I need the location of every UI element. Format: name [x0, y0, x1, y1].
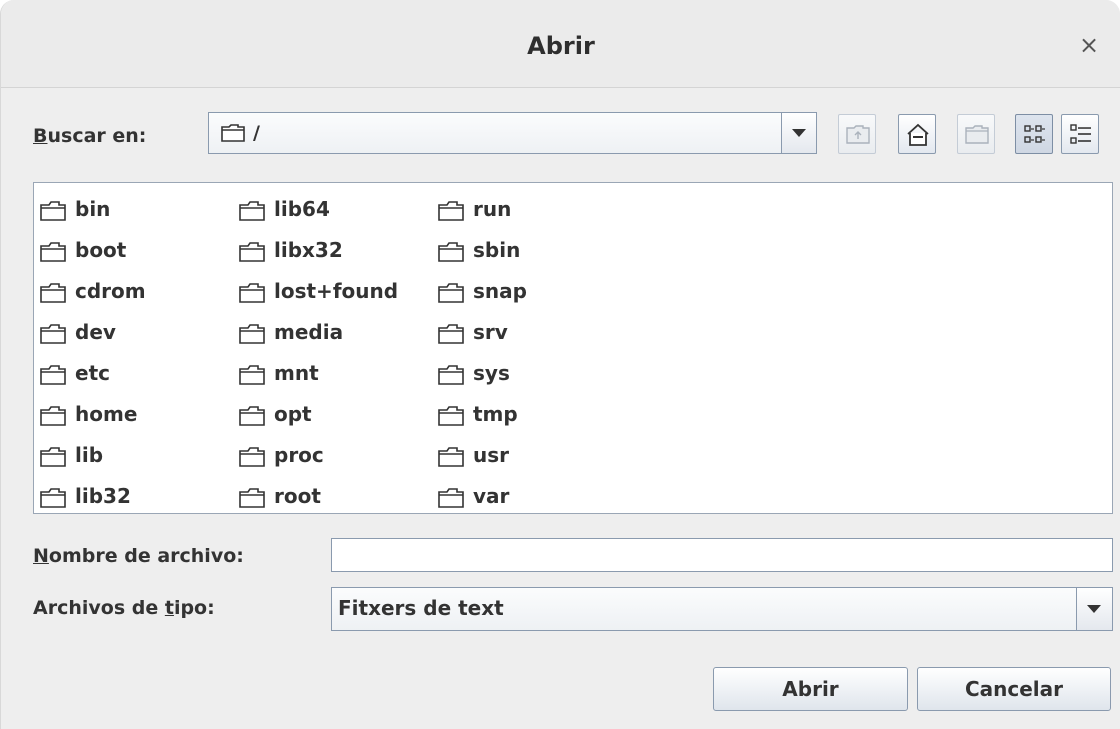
folder-icon [438, 324, 464, 344]
file-item-label: sys [473, 361, 510, 385]
details-view-button[interactable] [1061, 114, 1099, 154]
file-type-value: Fitxers de text [338, 596, 504, 620]
chevron-down-icon [792, 129, 806, 137]
close-icon[interactable]: × [1077, 33, 1101, 58]
folder-icon [438, 488, 464, 508]
folder-icon [40, 447, 66, 467]
new-folder-icon [965, 125, 989, 144]
folder-icon [438, 447, 464, 467]
folder-icon [40, 365, 66, 385]
list-view-button[interactable] [1015, 114, 1053, 154]
file-item-label: home [75, 402, 138, 426]
folder-icon [438, 201, 464, 221]
look-in-dropdown-button[interactable] [781, 113, 816, 153]
file-type-label: Archivos de tipo: [33, 597, 215, 619]
home-button[interactable] [898, 114, 936, 154]
file-item-label: lost+found [274, 279, 399, 303]
folder-icon [239, 201, 265, 221]
chevron-down-icon [1087, 605, 1101, 613]
file-item-label: snap [473, 279, 527, 303]
folder-icon [239, 447, 265, 467]
up-one-level-button[interactable] [838, 114, 876, 154]
look-in-value: / [253, 122, 260, 144]
file-item-label: opt [274, 402, 312, 426]
file-item-label: var [473, 484, 510, 508]
file-item-label: boot [75, 238, 127, 262]
file-type-combo[interactable]: Fitxers de text [331, 587, 1113, 631]
file-item-label: proc [274, 443, 324, 467]
file-item-label: dev [75, 320, 116, 344]
cancel-button[interactable]: Cancelar [917, 667, 1111, 711]
dialog-title: Abrir [527, 32, 595, 60]
up-one-level-icon [846, 125, 870, 144]
file-item-label: usr [473, 443, 510, 467]
folder-icon [40, 201, 66, 221]
file-chooser-dialog: Abrir × Buscar en: / bin boot cdrom dev … [0, 0, 1120, 729]
file-item-label: cdrom [75, 279, 146, 303]
folder-icon [40, 406, 66, 426]
folder-icon [221, 124, 245, 142]
look-in-label: Buscar en: [33, 125, 147, 147]
new-folder-button[interactable] [957, 114, 995, 154]
folder-icon [40, 242, 66, 262]
file-item-label: tmp [473, 402, 518, 426]
file-name-label: Nombre de archivo: [33, 545, 244, 567]
file-item-label: lib [75, 443, 104, 467]
folder-icon [239, 283, 265, 303]
folder-icon [40, 324, 66, 344]
folder-icon [239, 488, 265, 508]
folder-icon [438, 283, 464, 303]
file-type-dropdown-button[interactable] [1076, 588, 1112, 630]
file-item-label: mnt [274, 361, 319, 385]
folder-icon [40, 488, 66, 508]
file-item-label: libx32 [274, 238, 343, 262]
file-item-label: lib64 [274, 197, 330, 221]
folder-icon [239, 365, 265, 385]
file-list[interactable]: bin boot cdrom dev etc home lib lib32 lib64 libx3… [33, 182, 1113, 514]
folder-icon [239, 242, 265, 262]
folder-icon [438, 406, 464, 426]
title-bar[interactable]: Abrir × [1, 0, 1120, 88]
file-item-label: media [274, 320, 344, 344]
file-item-label: root [274, 484, 321, 508]
home-icon [907, 123, 929, 146]
folder-icon [438, 242, 464, 262]
file-item-label: bin [75, 197, 111, 221]
folder-icon [40, 283, 66, 303]
folder-icon [239, 406, 265, 426]
folder-icon [239, 324, 265, 344]
list-view-icon [1024, 125, 1045, 143]
look-in-combo[interactable]: / [208, 112, 817, 154]
file-name-input[interactable] [331, 538, 1113, 572]
file-item-label: run [473, 197, 512, 221]
open-button[interactable]: Abrir [713, 667, 908, 711]
folder-icon [438, 365, 464, 385]
file-item-label: etc [75, 361, 110, 385]
file-item-label: srv [473, 320, 508, 344]
file-item-label: sbin [473, 238, 521, 262]
file-item-label: lib32 [75, 484, 131, 508]
details-view-icon [1070, 124, 1091, 144]
